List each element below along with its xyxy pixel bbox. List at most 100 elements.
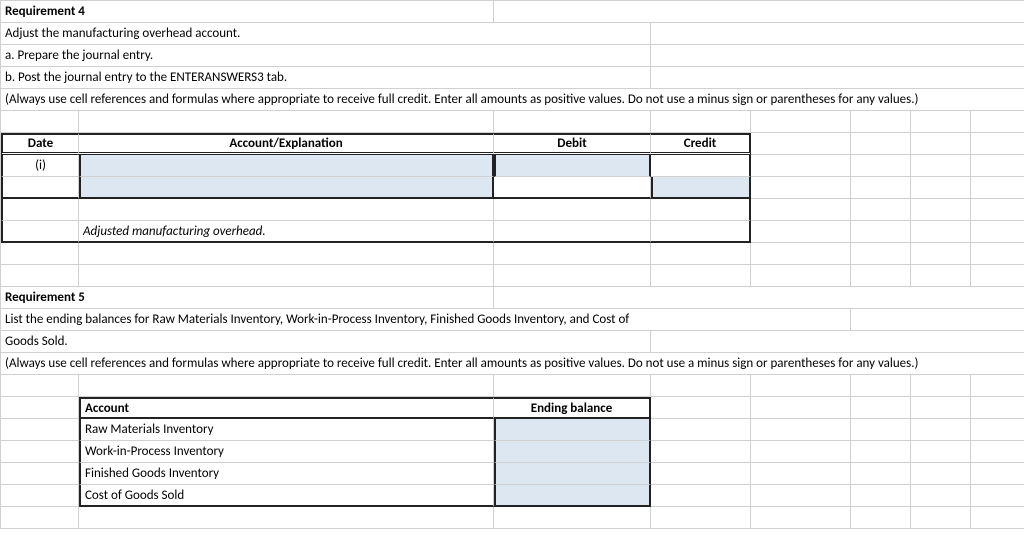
blank xyxy=(971,397,1024,419)
blank-row xyxy=(911,243,971,265)
header-account: Account/Explanation xyxy=(79,133,494,155)
blank-row xyxy=(651,111,751,133)
req5-desc-1: List the ending balances for Raw Materia… xyxy=(1,309,851,331)
blank xyxy=(651,23,1024,45)
blank xyxy=(911,397,971,419)
req5-title: Requirement 5 xyxy=(1,287,494,309)
blank xyxy=(971,441,1024,463)
req5-note: (Always use cell references and formulas… xyxy=(1,353,1024,375)
blank-row xyxy=(651,507,751,529)
blank-row xyxy=(651,243,751,265)
journal-account-1[interactable] xyxy=(79,155,494,177)
blank xyxy=(851,463,911,485)
journal-date-2 xyxy=(1,177,79,199)
ending-finished-goods[interactable] xyxy=(494,463,651,485)
journal-account-2[interactable] xyxy=(79,177,494,199)
blank xyxy=(751,133,851,155)
ending-raw-materials[interactable] xyxy=(494,419,651,441)
blank xyxy=(911,419,971,441)
req4-note: (Always use cell references and formulas… xyxy=(1,89,1024,111)
blank xyxy=(651,441,751,463)
acct-finished-goods: Finished Goods Inventory xyxy=(79,463,494,485)
blank xyxy=(851,485,911,507)
header-credit: Credit xyxy=(651,133,751,155)
blank-row xyxy=(911,265,971,287)
req4-line2: a. Prepare the journal entry. xyxy=(1,45,651,67)
blank xyxy=(651,331,1024,353)
blank xyxy=(971,155,1024,177)
blank-row xyxy=(751,265,851,287)
blank-row xyxy=(971,243,1024,265)
req4-line1: Adjust the manufacturing overhead accoun… xyxy=(1,23,651,45)
blank xyxy=(911,177,971,199)
blank-row xyxy=(851,375,911,397)
blank-row xyxy=(651,375,751,397)
blank xyxy=(751,397,851,419)
blank xyxy=(651,397,751,419)
blank xyxy=(851,133,911,155)
blank xyxy=(971,133,1024,155)
blank xyxy=(971,199,1024,221)
blank xyxy=(851,419,911,441)
blank xyxy=(651,419,751,441)
blank xyxy=(1,419,79,441)
blank-row xyxy=(971,507,1024,529)
blank-row xyxy=(79,111,494,133)
spreadsheet: Requirement 4 Adjust the manufacturing o… xyxy=(0,0,1024,529)
blank-row xyxy=(79,265,494,287)
blank-row xyxy=(971,111,1024,133)
acct-raw-materials: Raw Materials Inventory xyxy=(79,419,494,441)
blank-row xyxy=(751,111,851,133)
blank xyxy=(971,463,1024,485)
blank-row xyxy=(494,243,651,265)
blank xyxy=(851,155,911,177)
blank xyxy=(651,463,751,485)
req4-line3: b. Post the journal entry to the ENTERAN… xyxy=(1,67,651,89)
acct-wip: Work-in-Process Inventory xyxy=(79,441,494,463)
blank xyxy=(851,221,911,243)
header-debit: Debit xyxy=(494,133,651,155)
ending-cogs[interactable] xyxy=(494,485,651,507)
journal-debit-2-blank xyxy=(494,177,651,199)
journal-credit-1-blank xyxy=(651,155,751,177)
blank xyxy=(911,155,971,177)
journal-spacer xyxy=(1,199,79,221)
blank xyxy=(1,441,79,463)
blank-row xyxy=(971,265,1024,287)
blank xyxy=(971,485,1024,507)
req4-title: Requirement 4 xyxy=(1,1,494,23)
blank-row xyxy=(911,507,971,529)
header-date: Date xyxy=(1,133,79,155)
blank xyxy=(971,177,1024,199)
journal-expl-blank xyxy=(1,221,79,243)
journal-credit-2[interactable] xyxy=(651,177,751,199)
blank xyxy=(751,463,851,485)
blank-row xyxy=(751,507,851,529)
journal-explanation: Adjusted manufacturing overhead. xyxy=(79,221,494,243)
blank xyxy=(651,45,1024,67)
blank xyxy=(911,441,971,463)
blank-row xyxy=(79,375,494,397)
blank-row xyxy=(494,375,651,397)
blank xyxy=(751,221,851,243)
header2-account: Account xyxy=(79,397,494,419)
blank xyxy=(751,177,851,199)
blank xyxy=(1,485,79,507)
blank xyxy=(751,199,851,221)
blank xyxy=(1,463,79,485)
blank xyxy=(851,397,911,419)
blank-row xyxy=(851,507,911,529)
journal-mark: (i) xyxy=(1,155,79,177)
blank xyxy=(1,397,79,419)
journal-expl-debit xyxy=(494,221,651,243)
blank-row xyxy=(79,243,494,265)
journal-expl-credit xyxy=(651,221,751,243)
blank xyxy=(751,155,851,177)
req5-desc-2: Goods Sold. xyxy=(1,331,651,353)
journal-debit-1[interactable] xyxy=(494,155,651,177)
blank xyxy=(851,177,911,199)
journal-spacer xyxy=(79,199,494,221)
blank-row xyxy=(1,243,79,265)
blank xyxy=(911,133,971,155)
ending-wip[interactable] xyxy=(494,441,651,463)
